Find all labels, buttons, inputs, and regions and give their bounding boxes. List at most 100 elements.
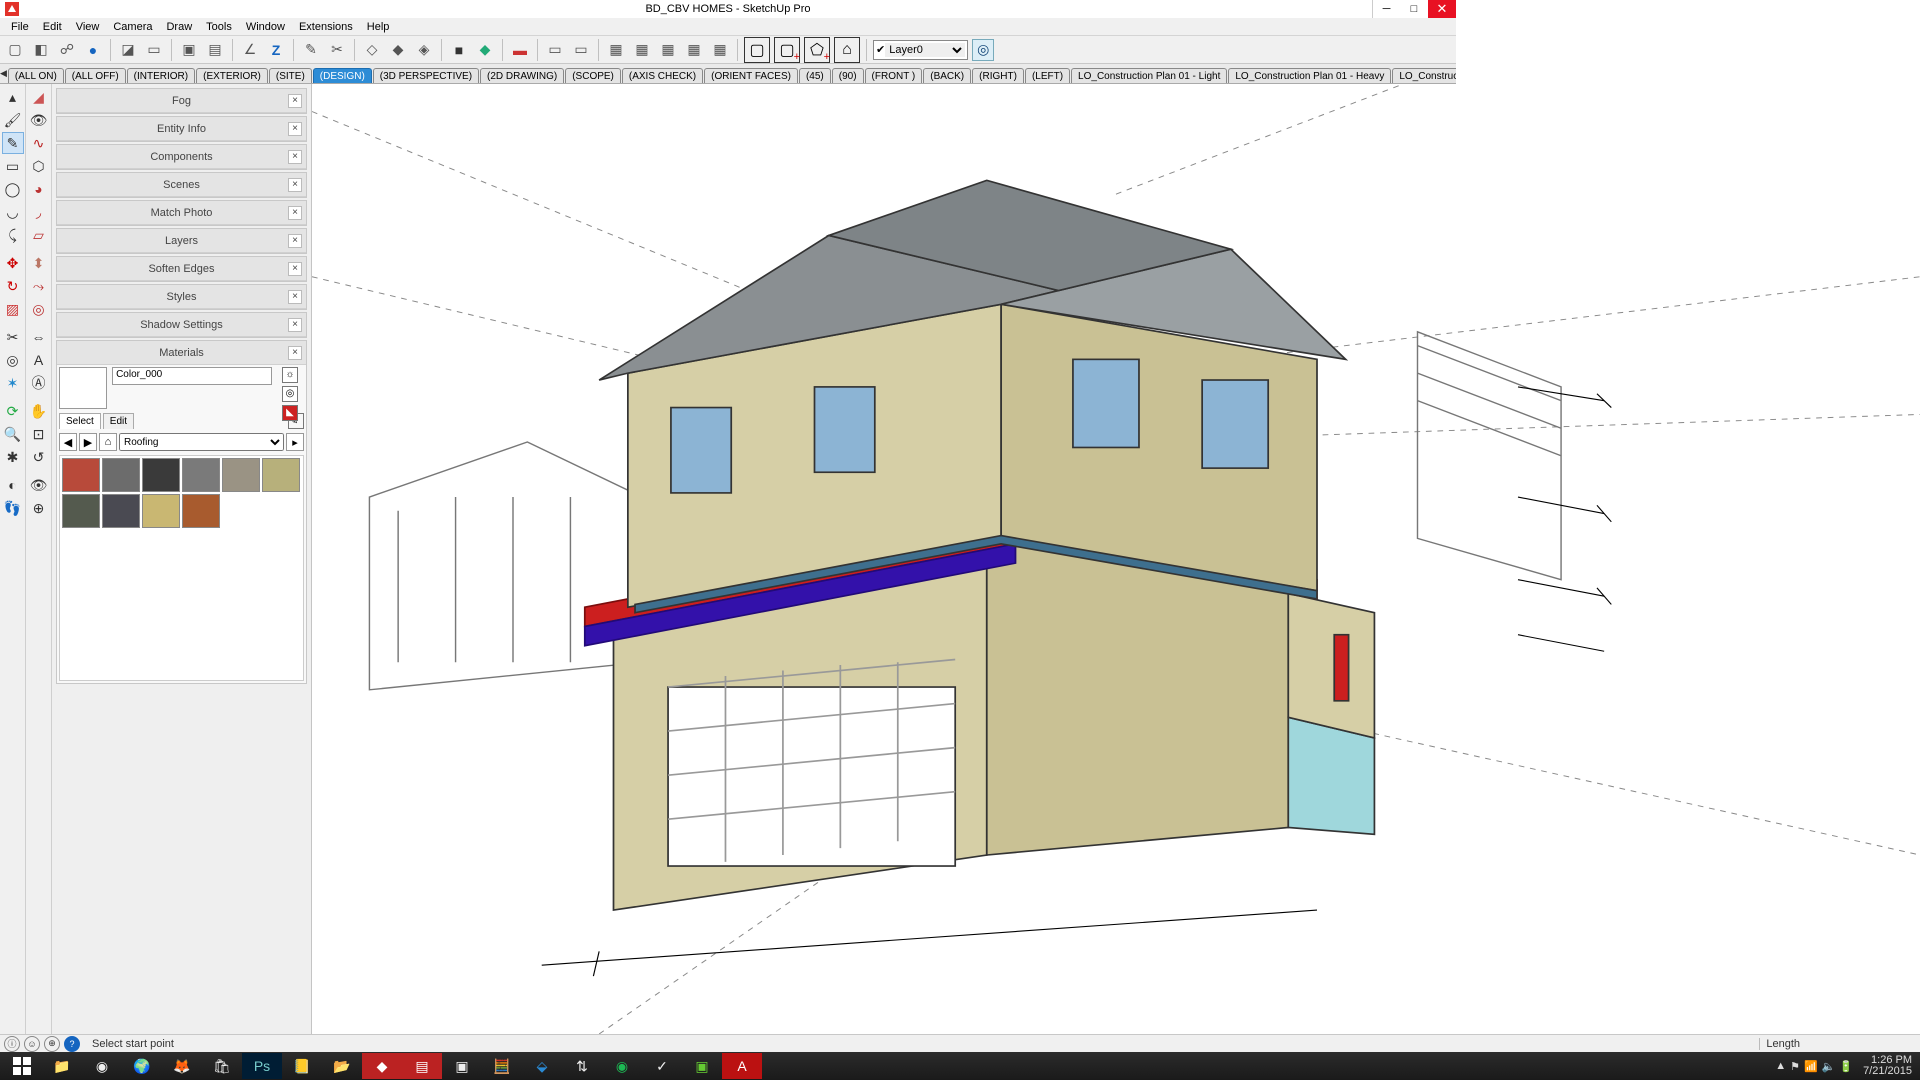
sketchup-icon[interactable]: ◆ bbox=[362, 1053, 402, 1079]
scene-tab[interactable]: (DESIGN) bbox=[313, 68, 372, 83]
materials-fwd-icon[interactable]: ▶ bbox=[79, 433, 97, 451]
tray-header[interactable]: Styles× bbox=[57, 285, 306, 309]
menu-file[interactable]: File bbox=[4, 19, 36, 35]
layer-icon[interactable]: ▬ bbox=[509, 39, 531, 61]
3dtext-tool-icon[interactable]: Ⓐ bbox=[28, 372, 50, 394]
tray-collapse-icon[interactable]: × bbox=[288, 150, 302, 164]
arc2-tool-icon[interactable]: ⤹ bbox=[2, 224, 24, 246]
tray-collapse-icon[interactable]: × bbox=[288, 206, 302, 220]
scene-tab[interactable]: LO_Construction Plan 01 - Hatch A bbox=[1392, 68, 1456, 83]
material-swatch[interactable] bbox=[102, 458, 140, 492]
menu-draw[interactable]: Draw bbox=[159, 19, 199, 35]
scene-tab[interactable]: (RIGHT) bbox=[972, 68, 1024, 83]
plan1-icon[interactable]: ▢ bbox=[744, 37, 770, 63]
scene-tab[interactable]: (INTERIOR) bbox=[127, 68, 195, 83]
tray-collapse-icon[interactable]: × bbox=[288, 178, 302, 192]
tray-header[interactable]: Entity Info× bbox=[57, 117, 306, 141]
maximize-button[interactable]: □ bbox=[1400, 0, 1428, 18]
tray-header[interactable]: Scenes× bbox=[57, 173, 306, 197]
material-swatch[interactable] bbox=[142, 458, 180, 492]
menu-extensions[interactable]: Extensions bbox=[292, 19, 360, 35]
paint-tool-icon[interactable]: 🖌 bbox=[2, 109, 24, 131]
box-icon[interactable]: ▭ bbox=[143, 39, 165, 61]
diamond2-icon[interactable]: ◆ bbox=[387, 39, 409, 61]
followme-tool-icon[interactable]: ⤳ bbox=[28, 275, 50, 297]
prev-tool-icon[interactable]: ↺ bbox=[28, 446, 50, 468]
scene1-icon[interactable]: ▦ bbox=[605, 39, 627, 61]
material-preview[interactable] bbox=[59, 367, 107, 409]
text-tool-icon[interactable]: A bbox=[28, 349, 50, 371]
scene-tab[interactable]: (BACK) bbox=[923, 68, 971, 83]
scene-left-arrow[interactable]: ◀ bbox=[0, 68, 7, 79]
layer-dropdown[interactable]: Layer0 bbox=[885, 43, 965, 57]
notes-icon[interactable]: 📒 bbox=[282, 1053, 322, 1079]
scene-tab[interactable]: (LEFT) bbox=[1025, 68, 1070, 83]
arc3-tool-icon[interactable]: ◞ bbox=[28, 201, 50, 223]
globe-icon[interactable]: ● bbox=[82, 39, 104, 61]
scene2-icon[interactable]: ▦ bbox=[631, 39, 653, 61]
pushpull-tool-icon[interactable]: ⬍ bbox=[28, 252, 50, 274]
material-backface-icon[interactable]: ◣ bbox=[282, 405, 298, 421]
photoshop-icon[interactable]: Ps bbox=[242, 1053, 282, 1079]
material-swatch[interactable] bbox=[182, 494, 220, 528]
cube2-icon[interactable]: ▤ bbox=[204, 39, 226, 61]
clip2-icon[interactable]: ✂ bbox=[326, 39, 348, 61]
section-tool-icon[interactable]: ◐ bbox=[2, 474, 24, 496]
polygon-tool-icon[interactable]: ⬡ bbox=[28, 155, 50, 177]
circle-tool-icon[interactable]: ◯ bbox=[2, 178, 24, 200]
tray-net-icon[interactable]: 📶 bbox=[1804, 1060, 1818, 1073]
scene-tab[interactable]: (EXTERIOR) bbox=[196, 68, 268, 83]
scale-tool-icon[interactable]: ▨ bbox=[2, 298, 24, 320]
tray-collapse-icon[interactable]: × bbox=[288, 318, 302, 332]
arc4-tool-icon[interactable]: ▱ bbox=[28, 224, 50, 246]
menu-window[interactable]: Window bbox=[239, 19, 292, 35]
scene-tab[interactable]: (SITE) bbox=[269, 68, 312, 83]
app2-icon[interactable]: ⇅ bbox=[562, 1053, 602, 1079]
status-info-icon[interactable]: ⓘ bbox=[4, 1036, 20, 1052]
z-icon[interactable]: Z bbox=[265, 39, 287, 61]
clip1-icon[interactable]: ✎ bbox=[300, 39, 322, 61]
tag2-icon[interactable]: ▭ bbox=[570, 39, 592, 61]
materials-home-icon[interactable]: ⌂ bbox=[99, 433, 117, 451]
tray-header[interactable]: Match Photo× bbox=[57, 201, 306, 225]
isometric-icon[interactable]: ◪ bbox=[117, 39, 139, 61]
select-tool-icon[interactable]: ▴ bbox=[2, 86, 24, 108]
app1-icon[interactable]: ▣ bbox=[442, 1053, 482, 1079]
menu-view[interactable]: View bbox=[69, 19, 107, 35]
layout-icon[interactable]: ▤ bbox=[402, 1053, 442, 1079]
scene-tab[interactable]: (ALL OFF) bbox=[65, 68, 126, 83]
tape-tool-icon[interactable]: ✂ bbox=[2, 326, 24, 348]
eye-tool-icon[interactable]: 👁 bbox=[28, 109, 50, 131]
walk-tool-icon[interactable]: 👣 bbox=[2, 497, 24, 519]
camtasia-icon[interactable]: ▣ bbox=[682, 1053, 722, 1079]
scene-tab[interactable]: (FRONT ) bbox=[865, 68, 923, 83]
rectangle-tool-icon[interactable]: ▭ bbox=[2, 155, 24, 177]
material-swatch[interactable] bbox=[262, 458, 300, 492]
diamond1-icon[interactable]: ◇ bbox=[361, 39, 383, 61]
plan3-icon[interactable]: ⬠+ bbox=[804, 37, 830, 63]
material-swatch[interactable] bbox=[182, 458, 220, 492]
explorer-icon[interactable]: 📁 bbox=[42, 1053, 82, 1079]
look-tool-icon[interactable]: ⊕ bbox=[28, 497, 50, 519]
pan-tool-icon[interactable]: ✋ bbox=[28, 400, 50, 422]
rotate-tool-icon[interactable]: ↻ bbox=[2, 275, 24, 297]
zoomwin-tool-icon[interactable]: ⊡ bbox=[28, 423, 50, 445]
status-person-icon[interactable]: ☺ bbox=[24, 1036, 40, 1052]
scene-tab[interactable]: (AXIS CHECK) bbox=[622, 68, 703, 83]
spotify-icon[interactable]: ◉ bbox=[602, 1053, 642, 1079]
solid1-icon[interactable]: ■ bbox=[448, 39, 470, 61]
scene-tab[interactable]: (ALL ON) bbox=[8, 68, 64, 83]
scene-tab[interactable]: (90) bbox=[832, 68, 864, 83]
tray-header[interactable]: Fog× bbox=[57, 89, 306, 113]
scene-tab[interactable]: LO_Construction Plan 01 - Heavy bbox=[1228, 68, 1391, 83]
tray-header[interactable]: Materials× bbox=[57, 341, 306, 365]
angle-icon[interactable]: ∠ bbox=[239, 39, 261, 61]
person-icon[interactable]: ☍ bbox=[56, 39, 78, 61]
diamond3-icon[interactable]: ◈ bbox=[413, 39, 435, 61]
layer-visibility-icon[interactable]: ◎ bbox=[972, 39, 994, 61]
minimize-button[interactable]: ─ bbox=[1372, 0, 1400, 18]
zoom-tool-icon[interactable]: 🔍 bbox=[2, 423, 24, 445]
tray-collapse-icon[interactable]: × bbox=[288, 262, 302, 276]
chrome-icon[interactable]: ◉ bbox=[82, 1053, 122, 1079]
materials-tab-select[interactable]: Select bbox=[59, 413, 101, 429]
